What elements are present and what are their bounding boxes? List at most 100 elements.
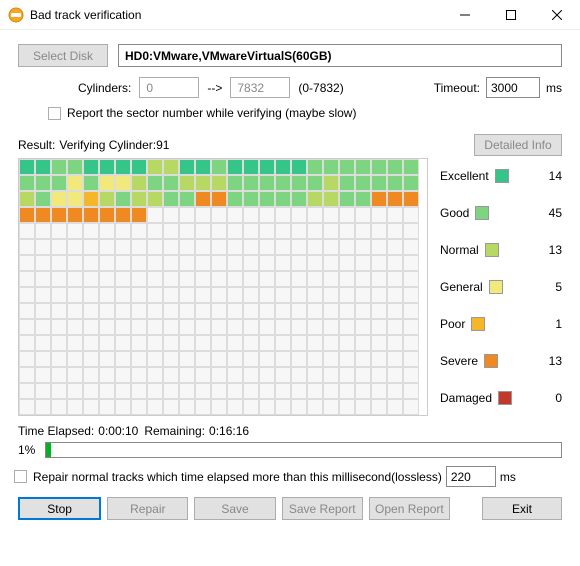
grid-cell xyxy=(163,239,179,255)
grid-cell xyxy=(99,191,115,207)
swatch-damaged xyxy=(498,391,512,405)
grid-cell xyxy=(307,159,323,175)
grid-cell xyxy=(35,175,51,191)
grid-cell xyxy=(163,207,179,223)
grid-cell xyxy=(195,271,211,287)
grid-cell xyxy=(195,223,211,239)
grid-cell xyxy=(99,399,115,415)
cylinder-to-field[interactable]: 7832 xyxy=(230,77,290,98)
repair-option-label: Repair normal tracks which time elapsed … xyxy=(33,470,442,484)
grid-cell xyxy=(35,239,51,255)
grid-cell xyxy=(339,175,355,191)
open-report-button[interactable]: Open Report xyxy=(369,497,450,520)
grid-cell xyxy=(163,223,179,239)
grid-cell xyxy=(291,399,307,415)
select-disk-button[interactable]: Select Disk xyxy=(18,44,108,67)
legend-damaged: Damaged0 xyxy=(440,384,562,412)
grid-cell xyxy=(275,159,291,175)
grid-cell xyxy=(51,399,67,415)
grid-cell xyxy=(387,303,403,319)
grid-cell xyxy=(243,207,259,223)
grid-cell xyxy=(371,319,387,335)
cylinder-from-field[interactable]: 0 xyxy=(139,77,199,98)
grid-cell xyxy=(403,335,419,351)
grid-cell xyxy=(131,159,147,175)
grid-cell xyxy=(211,239,227,255)
grid-cell xyxy=(307,351,323,367)
grid-cell xyxy=(19,271,35,287)
grid-cell xyxy=(195,351,211,367)
grid-cell xyxy=(323,383,339,399)
grid-cell xyxy=(147,287,163,303)
grid-cell xyxy=(291,335,307,351)
grid-cell xyxy=(147,191,163,207)
grid-cell xyxy=(131,175,147,191)
grid-cell xyxy=(371,207,387,223)
repair-button[interactable]: Repair xyxy=(107,497,188,520)
grid-cell xyxy=(115,271,131,287)
grid-cell xyxy=(275,223,291,239)
report-sector-checkbox[interactable] xyxy=(48,107,61,120)
grid-cell xyxy=(387,223,403,239)
grid-cell xyxy=(259,383,275,399)
grid-cell xyxy=(371,271,387,287)
grid-cell xyxy=(307,207,323,223)
grid-cell xyxy=(243,351,259,367)
grid-cell xyxy=(307,367,323,383)
repair-ms-input[interactable] xyxy=(446,466,496,487)
grid-cell xyxy=(243,287,259,303)
grid-cell xyxy=(307,175,323,191)
timeout-ms-label: ms xyxy=(546,81,562,95)
detailed-info-button[interactable]: Detailed Info xyxy=(474,134,562,156)
grid-cell xyxy=(323,223,339,239)
grid-cell xyxy=(179,255,195,271)
grid-cell xyxy=(323,239,339,255)
grid-cell xyxy=(51,159,67,175)
grid-cell xyxy=(403,271,419,287)
grid-cell xyxy=(355,223,371,239)
grid-cell xyxy=(51,303,67,319)
grid-cell xyxy=(403,287,419,303)
maximize-button[interactable] xyxy=(488,0,534,30)
grid-cell xyxy=(259,351,275,367)
grid-cell xyxy=(259,255,275,271)
stop-button[interactable]: Stop xyxy=(18,497,101,520)
grid-cell xyxy=(163,175,179,191)
grid-cell xyxy=(371,255,387,271)
grid-cell xyxy=(83,303,99,319)
save-button[interactable]: Save xyxy=(194,497,275,520)
grid-cell xyxy=(179,383,195,399)
grid-cell xyxy=(323,255,339,271)
grid-cell xyxy=(35,303,51,319)
grid-cell xyxy=(83,223,99,239)
grid-cell xyxy=(291,319,307,335)
grid-cell xyxy=(307,271,323,287)
grid-cell xyxy=(371,223,387,239)
grid-cell xyxy=(35,191,51,207)
grid-cell xyxy=(147,223,163,239)
grid-cell xyxy=(339,303,355,319)
grid-cell xyxy=(243,239,259,255)
grid-cell xyxy=(355,255,371,271)
minimize-button[interactable] xyxy=(442,0,488,30)
grid-cell xyxy=(355,303,371,319)
grid-cell xyxy=(403,159,419,175)
grid-cell xyxy=(307,255,323,271)
grid-cell xyxy=(131,239,147,255)
grid-cell xyxy=(387,207,403,223)
exit-button[interactable]: Exit xyxy=(482,497,562,520)
grid-cell xyxy=(259,175,275,191)
window-title: Bad track verification xyxy=(30,8,141,22)
grid-cell xyxy=(131,207,147,223)
grid-cell xyxy=(195,255,211,271)
grid-cell xyxy=(19,335,35,351)
grid-cell xyxy=(307,303,323,319)
timeout-input[interactable] xyxy=(486,77,540,98)
grid-cell xyxy=(243,319,259,335)
grid-cell xyxy=(339,207,355,223)
grid-cell xyxy=(19,255,35,271)
close-button[interactable] xyxy=(534,0,580,30)
grid-cell xyxy=(51,383,67,399)
save-report-button[interactable]: Save Report xyxy=(282,497,363,520)
repair-checkbox[interactable] xyxy=(14,470,27,483)
